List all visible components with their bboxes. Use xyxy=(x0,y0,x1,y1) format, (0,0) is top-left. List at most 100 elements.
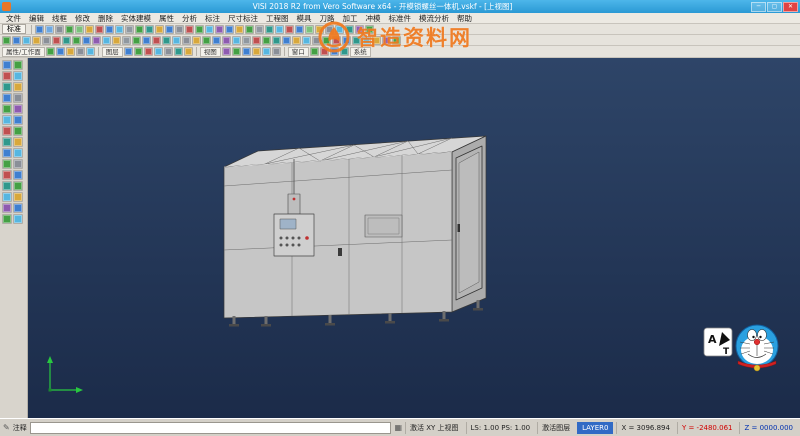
toolbar-icon[interactable] xyxy=(124,47,133,56)
toolbar-icon[interactable] xyxy=(332,36,341,45)
toolbar-icon[interactable] xyxy=(175,25,184,34)
toolbar-icon[interactable] xyxy=(184,47,193,56)
menu-item[interactable]: 线框 xyxy=(48,13,71,24)
toolbar-icon[interactable] xyxy=(2,104,12,114)
toolbar-icon[interactable] xyxy=(335,25,344,34)
note-input[interactable] xyxy=(30,422,392,434)
toolbar-icon[interactable] xyxy=(342,36,351,45)
toolbar-icon[interactable] xyxy=(13,148,23,158)
toolbar-icon[interactable] xyxy=(392,36,401,45)
toolbar-icon[interactable] xyxy=(362,36,371,45)
toolbar-icon[interactable] xyxy=(242,36,251,45)
toolbar-icon[interactable] xyxy=(382,36,391,45)
toolbar-icon[interactable] xyxy=(222,36,231,45)
toolbar-icon[interactable] xyxy=(295,25,304,34)
close-button[interactable]: ✕ xyxy=(783,2,798,12)
toolbar-icon[interactable] xyxy=(46,47,55,56)
toolbar-icon[interactable] xyxy=(305,25,314,34)
toolbar-icon[interactable] xyxy=(2,82,12,92)
toolbar-icon[interactable] xyxy=(232,47,241,56)
menu-item[interactable]: 编辑 xyxy=(25,13,48,24)
toolbar-icon[interactable] xyxy=(45,25,54,34)
toolbar-icon[interactable] xyxy=(13,82,23,92)
toolbar-icon[interactable] xyxy=(325,25,334,34)
toolbar-icon[interactable] xyxy=(55,25,64,34)
toolbar-icon[interactable] xyxy=(13,137,23,147)
toolbar-icon[interactable] xyxy=(86,47,95,56)
toolbar-icon[interactable] xyxy=(13,115,23,125)
toolbar-icon[interactable] xyxy=(315,25,324,34)
toolbar-icon[interactable] xyxy=(212,36,221,45)
menu-item[interactable]: 分析 xyxy=(178,13,201,24)
toolbar-icon[interactable] xyxy=(62,36,71,45)
toolbar-icon[interactable] xyxy=(75,25,84,34)
toolbar-icon[interactable] xyxy=(66,47,75,56)
toolbar-icon[interactable] xyxy=(13,170,23,180)
menu-item[interactable]: 标注 xyxy=(201,13,224,24)
toolbar-icon[interactable] xyxy=(2,126,12,136)
toolbar-icon[interactable] xyxy=(262,36,271,45)
toolbar-icon[interactable] xyxy=(32,36,41,45)
toolbar-icon[interactable] xyxy=(13,104,23,114)
toolbar-icon[interactable] xyxy=(125,25,134,34)
toolbar-icon[interactable] xyxy=(215,25,224,34)
toolbar-icon[interactable] xyxy=(35,25,44,34)
toolbar-icon[interactable] xyxy=(312,36,321,45)
toolbar-icon[interactable] xyxy=(2,36,11,45)
toolbar-icon[interactable] xyxy=(172,36,181,45)
toolbar-icon[interactable] xyxy=(345,25,354,34)
toolbar-icon[interactable] xyxy=(330,47,339,56)
minimize-button[interactable]: ─ xyxy=(751,2,766,12)
toolbar-icon[interactable] xyxy=(13,126,23,136)
toolbar-icon[interactable] xyxy=(310,47,319,56)
toolbar-icon[interactable] xyxy=(42,36,51,45)
toolbar-icon[interactable] xyxy=(2,71,12,81)
toolbar-icon[interactable] xyxy=(275,25,284,34)
toolbar-icon[interactable] xyxy=(134,47,143,56)
toolbar-icon[interactable] xyxy=(164,47,173,56)
toolbar-icon[interactable] xyxy=(2,60,12,70)
toolbar-icon[interactable] xyxy=(13,71,23,81)
machine-model[interactable] xyxy=(224,136,486,327)
toolbar-icon[interactable] xyxy=(2,137,12,147)
menu-item[interactable]: 属性 xyxy=(155,13,178,24)
toolbar-icon[interactable] xyxy=(102,36,111,45)
toolbar-icon[interactable] xyxy=(225,25,234,34)
toolbar-group-workplane[interactable]: 属性/工作面 xyxy=(2,47,45,57)
toolbar-icon[interactable] xyxy=(245,25,254,34)
toolbar-group-window[interactable]: 窗口 xyxy=(288,47,309,57)
menu-item[interactable]: 模具 xyxy=(293,13,316,24)
layer-combo[interactable]: LAYER0 xyxy=(577,422,613,434)
toolbar-icon[interactable] xyxy=(222,47,231,56)
toolbar-icon[interactable] xyxy=(13,93,23,103)
toolbar-icon[interactable] xyxy=(202,36,211,45)
toolbar-icon[interactable] xyxy=(154,47,163,56)
toolbar-icon[interactable] xyxy=(185,25,194,34)
toolbar-icon[interactable] xyxy=(292,36,301,45)
toolbar-group-layer[interactable]: 图层 xyxy=(102,47,123,57)
toolbar-icon[interactable] xyxy=(92,36,101,45)
menu-item[interactable]: 工程图 xyxy=(262,13,293,24)
toolbar-icon[interactable] xyxy=(174,47,183,56)
toolbar-icon[interactable] xyxy=(282,36,291,45)
toolbar-icon[interactable] xyxy=(145,25,154,34)
toolbar-icon[interactable] xyxy=(242,47,251,56)
toolbar-icon[interactable] xyxy=(95,25,104,34)
toolbar-icon[interactable] xyxy=(142,36,151,45)
toolbar-group-system[interactable]: 系统 xyxy=(350,47,371,57)
toolbar-icon[interactable] xyxy=(265,25,274,34)
toolbar-icon[interactable] xyxy=(105,25,114,34)
toolbar-icon[interactable] xyxy=(122,36,131,45)
menu-item[interactable]: 模流分析 xyxy=(415,13,453,24)
active-view-mode[interactable]: 激活 XY 上视图 xyxy=(405,422,463,434)
toolbar-icon[interactable] xyxy=(112,36,121,45)
toolbar-icon[interactable] xyxy=(2,181,12,191)
toolbar-icon[interactable] xyxy=(144,47,153,56)
menu-item[interactable]: 帮助 xyxy=(453,13,476,24)
toolbar-icon[interactable] xyxy=(2,159,12,169)
toolbar-icon[interactable] xyxy=(232,36,241,45)
toolbar-icon[interactable] xyxy=(52,36,61,45)
menu-item[interactable]: 修改 xyxy=(71,13,94,24)
toolbar-icon[interactable] xyxy=(252,47,261,56)
toolbar-icon[interactable] xyxy=(13,181,23,191)
